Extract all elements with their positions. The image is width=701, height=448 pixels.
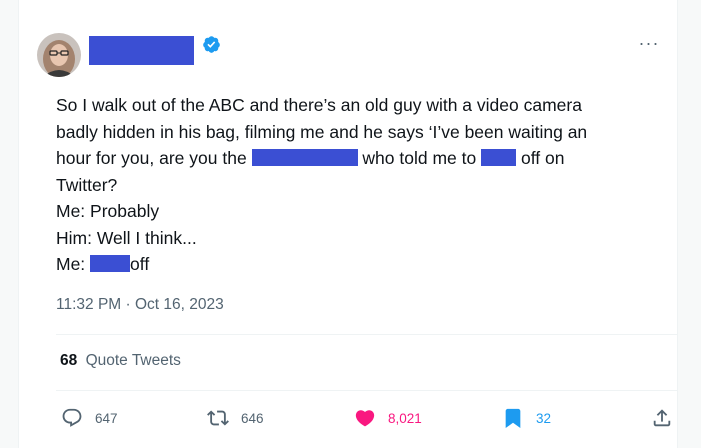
tweet-line: Me: Probably bbox=[56, 198, 656, 225]
more-icon[interactable]: ··· bbox=[637, 31, 661, 55]
verified-badge-icon bbox=[203, 36, 220, 53]
tweet-text-segment: Me: bbox=[56, 254, 91, 274]
tweet-text-segment: who told me to bbox=[357, 148, 482, 168]
tweet-text-segment: Me: Probably bbox=[56, 201, 160, 221]
tweet-text-segment: So I walk out of the ABC and there’s an … bbox=[56, 95, 582, 115]
retweet-button[interactable]: 646 bbox=[207, 406, 264, 430]
avatar[interactable] bbox=[37, 33, 81, 77]
tweet-line: Him: Well I think... bbox=[56, 225, 656, 252]
tweet-text-segment: off on bbox=[516, 148, 565, 168]
reply-count: 647 bbox=[95, 410, 118, 426]
reply-icon bbox=[62, 408, 82, 427]
redaction-block bbox=[90, 255, 131, 272]
quote-tweets-stat[interactable]: 68 Quote Tweets bbox=[60, 352, 181, 370]
tweet-header: ··· bbox=[37, 31, 661, 79]
heart-icon bbox=[355, 410, 375, 427]
tweet-line: Twitter? bbox=[56, 172, 656, 199]
tweet-card: ··· So I walk out of the ABC and there’s… bbox=[18, 0, 678, 448]
redaction-block bbox=[481, 149, 517, 166]
like-count: 8,021 bbox=[388, 410, 422, 426]
share-button[interactable] bbox=[651, 406, 673, 430]
like-button[interactable]: 8,021 bbox=[354, 406, 422, 430]
tweet-line: badly hidden in his bag, filming me and … bbox=[56, 119, 656, 146]
reply-button[interactable]: 647 bbox=[61, 406, 118, 430]
bookmark-count: 32 bbox=[536, 410, 552, 426]
tweet-text-segment: Twitter? bbox=[56, 174, 118, 195]
share-icon bbox=[653, 409, 671, 427]
redaction-block bbox=[251, 149, 358, 166]
retweet-icon bbox=[207, 410, 229, 426]
tweet-timestamp[interactable]: 11:32 PM · Oct 16, 2023 bbox=[56, 296, 224, 314]
tweet-line: Me: off bbox=[56, 251, 656, 278]
tweet-text-segment: badly hidden in his bag, filming me and … bbox=[56, 121, 588, 142]
bookmark-icon bbox=[505, 408, 521, 429]
quote-label: Quote Tweets bbox=[85, 352, 181, 369]
quote-count: 68 bbox=[60, 352, 78, 369]
divider bbox=[56, 390, 678, 391]
redacted-display-name[interactable] bbox=[89, 36, 194, 65]
tweet-text: So I walk out of the ABC and there’s an … bbox=[56, 92, 656, 278]
tweet-line: hour for you, are you the who told me to… bbox=[56, 145, 656, 172]
divider bbox=[56, 334, 678, 335]
tweet-line: So I walk out of the ABC and there’s an … bbox=[56, 92, 656, 119]
tweet-text-segment: hour for you, are you the bbox=[56, 148, 252, 168]
avatar-image bbox=[37, 33, 81, 77]
retweet-count: 646 bbox=[241, 410, 264, 426]
tweet-text-segment: Him: Well I think... bbox=[56, 227, 197, 248]
tweet-text-segment: off bbox=[130, 254, 150, 274]
tweet-actions: 647 646 8,021 32 bbox=[56, 400, 678, 436]
bookmark-button[interactable]: 32 bbox=[502, 406, 551, 430]
